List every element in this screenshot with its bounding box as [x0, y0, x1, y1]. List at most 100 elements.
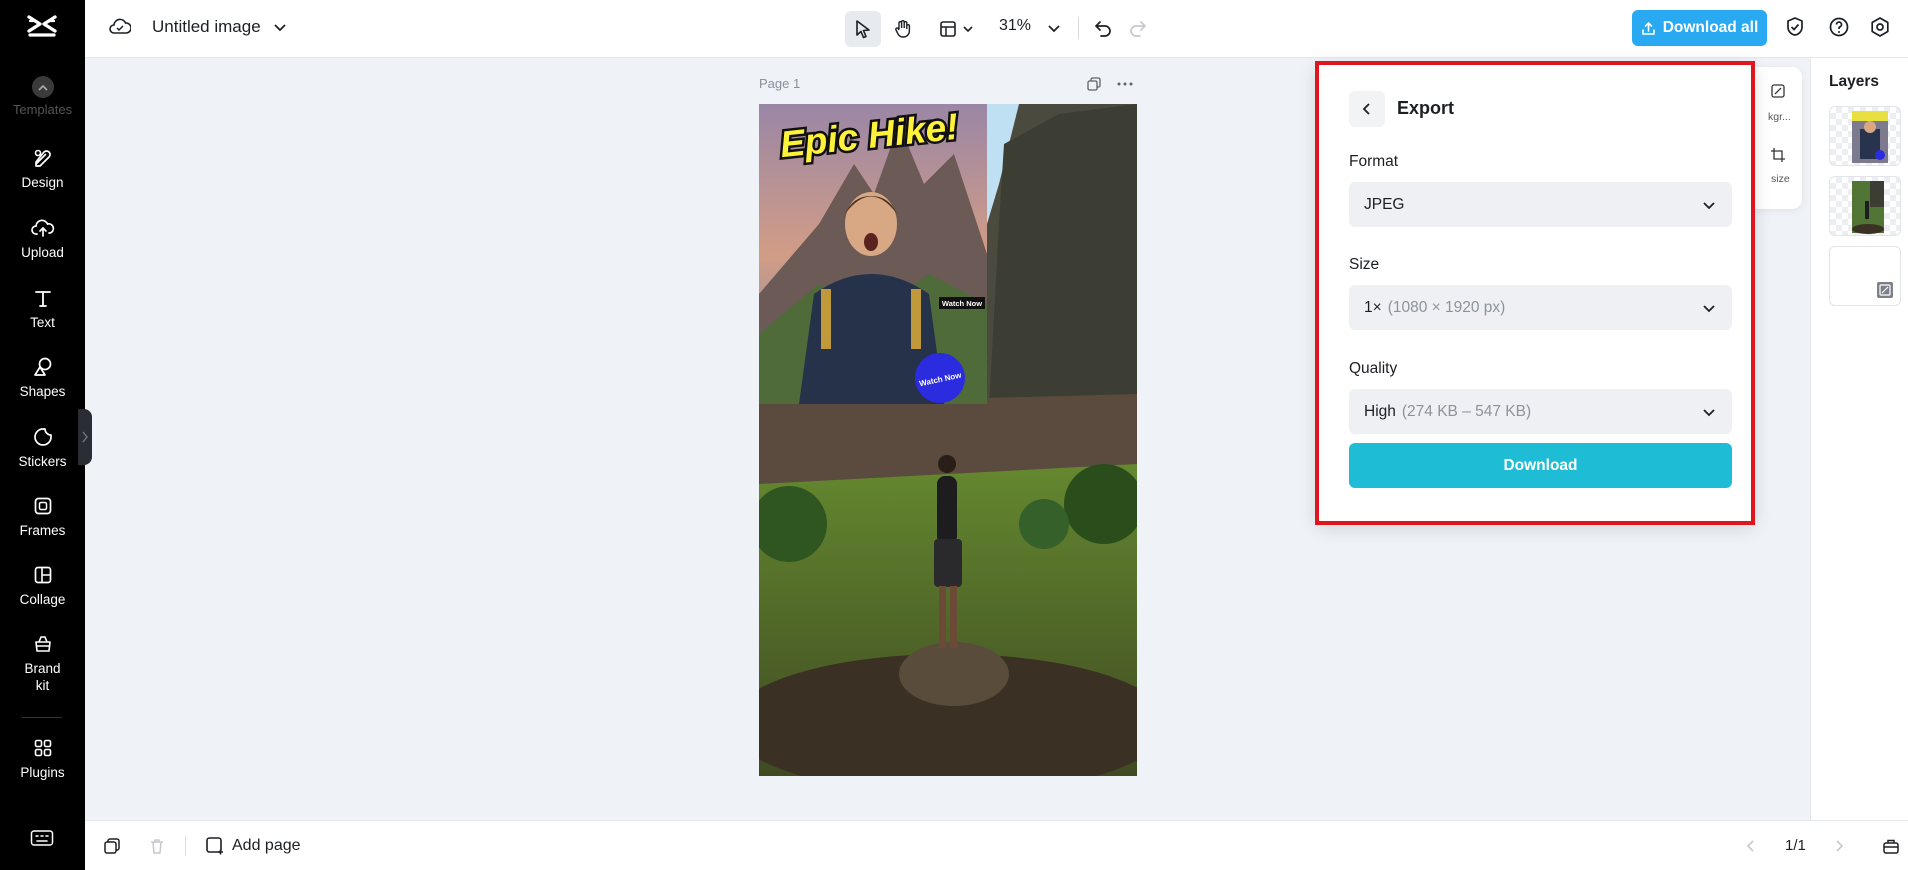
keyboard-icon[interactable] — [30, 829, 54, 847]
duplicate-page-icon[interactable] — [1086, 76, 1102, 92]
quality-detail: (274 KB – 547 KB) — [1401, 402, 1532, 420]
design-artwork: Watch Now Watch Now Epic Hike! — [759, 104, 1137, 776]
size-select[interactable]: 1× (1080 × 1920 px) — [1349, 285, 1732, 330]
layer-item[interactable] — [1829, 246, 1901, 306]
layer-item[interactable] — [1829, 176, 1901, 236]
cursor-icon — [856, 20, 870, 39]
add-page-button[interactable]: Add page — [205, 836, 301, 855]
quality-label: Quality — [1349, 360, 1398, 377]
upload-icon — [30, 219, 54, 237]
page-label: Page 1 — [759, 76, 801, 91]
quality-select[interactable]: High (274 KB – 547 KB) — [1349, 389, 1732, 434]
toolbar-divider — [1078, 17, 1079, 39]
layout-menu-button[interactable] — [931, 11, 981, 47]
stickers-icon — [33, 428, 52, 446]
duplicate-icon[interactable] — [103, 837, 121, 855]
document-title[interactable]: Untitled image — [152, 17, 261, 37]
sidebar-item-stickers[interactable]: Stickers — [0, 426, 85, 470]
sidebar-item-label: Stickers — [18, 454, 67, 469]
size-value: 1× — [1364, 298, 1382, 316]
redo-icon[interactable] — [1128, 18, 1148, 38]
download-button[interactable]: Download — [1349, 443, 1732, 488]
brand-kit-icon — [34, 636, 51, 652]
sidebar-collapse-handle[interactable] — [78, 409, 92, 465]
zoom-chevron-down-icon[interactable] — [1047, 21, 1061, 35]
text-icon — [34, 291, 51, 307]
layer-thumbnail — [1852, 111, 1888, 163]
size-detail: (1080 × 1920 px) — [1387, 298, 1506, 316]
size-label: Size — [1349, 256, 1380, 273]
layers-title: Layers — [1829, 73, 1879, 90]
design-icon — [34, 149, 51, 167]
shapes-icon — [33, 357, 51, 376]
background-layer-icon — [1877, 282, 1893, 298]
bottom-divider — [185, 836, 186, 856]
add-page-icon — [206, 837, 223, 855]
sidebar-item-brand-kit[interactable]: Brand kit — [0, 633, 85, 694]
format-value: JPEG — [1364, 195, 1405, 213]
frames-icon — [34, 497, 51, 515]
download-all-button[interactable]: Download all — [1632, 10, 1767, 46]
trash-icon[interactable] — [148, 837, 166, 855]
sidebar-item-label: Upload — [21, 245, 64, 260]
format-select[interactable]: JPEG — [1349, 182, 1732, 227]
sidebar-item-design[interactable]: Design — [0, 147, 85, 191]
more-options-icon[interactable] — [1116, 76, 1134, 92]
bottom-toolbar: Add page 1/1 — [85, 820, 1908, 870]
chevron-down-icon — [1703, 202, 1715, 210]
hand-tool-button[interactable] — [885, 11, 921, 47]
settings-gear-icon[interactable] — [1869, 16, 1891, 38]
previous-page-icon[interactable] — [1744, 839, 1758, 853]
plugins-icon — [34, 739, 51, 757]
sidebar-item-templates[interactable]: Templates — [0, 76, 85, 120]
add-page-label: Add page — [232, 836, 301, 854]
watch-now-tag: Watch Now — [942, 299, 982, 308]
sidebar-divider — [22, 717, 62, 718]
side-panel-item-label: kgr... — [1768, 111, 1791, 123]
format-label: Format — [1349, 153, 1399, 170]
chevron-down-icon — [1703, 305, 1715, 313]
chevron-up-icon — [31, 76, 54, 98]
hand-icon — [895, 20, 911, 38]
sidebar-item-collage[interactable]: Collage — [0, 564, 85, 608]
page-counter: 1/1 — [1785, 837, 1806, 854]
select-tool-button[interactable] — [845, 11, 881, 47]
undo-icon[interactable] — [1093, 18, 1113, 38]
layout-icon — [940, 21, 956, 37]
sidebar-item-text[interactable]: Text — [0, 287, 85, 331]
canvas-artboard[interactable]: Watch Now Watch Now Epic Hike! — [759, 104, 1137, 776]
export-icon — [1641, 21, 1655, 35]
download-all-label: Download all — [1662, 19, 1759, 36]
chevron-down-icon — [963, 26, 973, 33]
sidebar-item-frames[interactable]: Frames — [0, 495, 85, 539]
back-button[interactable] — [1349, 91, 1385, 127]
left-sidebar: Templates Design Upload Text Shapes Stic… — [0, 0, 85, 870]
sidebar-item-upload[interactable]: Upload — [0, 217, 85, 261]
chevron-down-icon — [1703, 409, 1715, 417]
resize-icon[interactable] — [1770, 147, 1786, 163]
next-page-icon[interactable] — [1832, 839, 1846, 853]
cloud-save-icon[interactable] — [109, 17, 131, 37]
sidebar-item-shapes[interactable]: Shapes — [0, 356, 85, 400]
capcut-logo[interactable] — [26, 13, 58, 43]
chevron-left-icon — [1362, 103, 1370, 115]
top-toolbar: Untitled image 31% Download all — [85, 0, 1908, 58]
quality-value: High — [1364, 402, 1396, 420]
chevron-down-icon[interactable] — [272, 19, 288, 35]
sidebar-item-label: Text — [30, 315, 55, 330]
sidebar-item-label: Shapes — [19, 384, 66, 399]
sidebar-item-plugins[interactable]: Plugins — [0, 737, 85, 781]
shield-check-icon[interactable] — [1784, 16, 1806, 38]
side-panel-item-label: size — [1771, 173, 1790, 185]
layer-thumbnail — [1852, 181, 1884, 234]
collage-icon — [34, 566, 51, 584]
sidebar-item-label: Design — [21, 175, 64, 190]
sidebar-item-label: Brand kit — [24, 661, 61, 693]
layers-panel: Layers — [1810, 58, 1908, 820]
briefcase-icon[interactable] — [1882, 837, 1900, 855]
help-icon[interactable] — [1828, 16, 1850, 38]
layer-item[interactable] — [1829, 106, 1901, 166]
zoom-level[interactable]: 31% — [999, 17, 1031, 35]
sidebar-item-label: Frames — [19, 523, 66, 538]
remove-background-icon[interactable] — [1770, 83, 1786, 99]
